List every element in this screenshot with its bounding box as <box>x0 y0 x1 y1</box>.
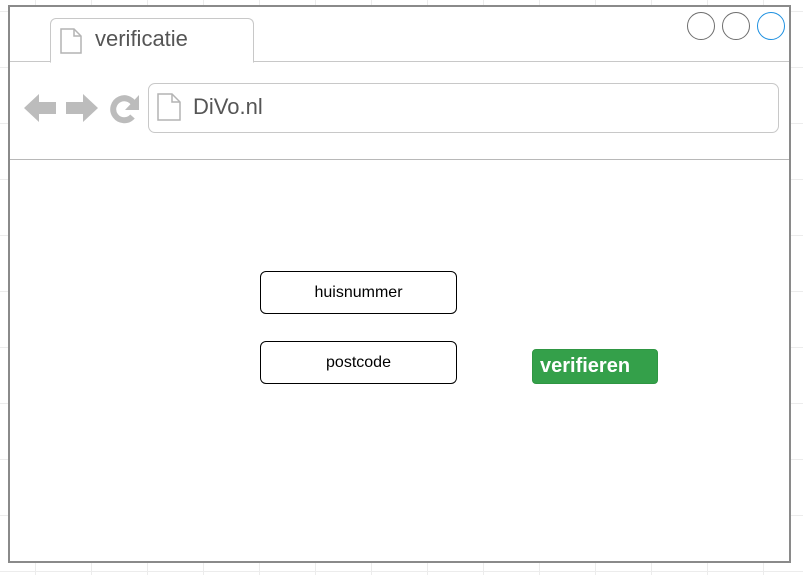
document-icon <box>157 93 181 121</box>
maximize-button[interactable] <box>722 12 750 40</box>
arrow-right-icon[interactable] <box>65 92 99 124</box>
arrow-left-icon[interactable] <box>23 92 57 124</box>
tab-title: verificatie <box>95 26 188 51</box>
navigation-bar: DiVo.nl <box>10 62 789 160</box>
address-url: DiVo.nl <box>193 94 263 119</box>
minimize-button[interactable] <box>687 12 715 40</box>
tab-bar: verificatie <box>10 7 789 63</box>
verify-button[interactable]: verifieren <box>532 349 658 384</box>
browser-window: verificatie DiVo.nl verifieren <box>8 5 791 563</box>
reload-icon[interactable] <box>108 93 140 125</box>
close-button[interactable] <box>757 12 785 40</box>
document-icon <box>60 28 82 54</box>
tab-verificatie[interactable]: verificatie <box>50 18 254 63</box>
postcode-input[interactable] <box>260 341 457 384</box>
huisnummer-input[interactable] <box>260 271 457 314</box>
address-bar[interactable]: DiVo.nl <box>148 83 779 133</box>
